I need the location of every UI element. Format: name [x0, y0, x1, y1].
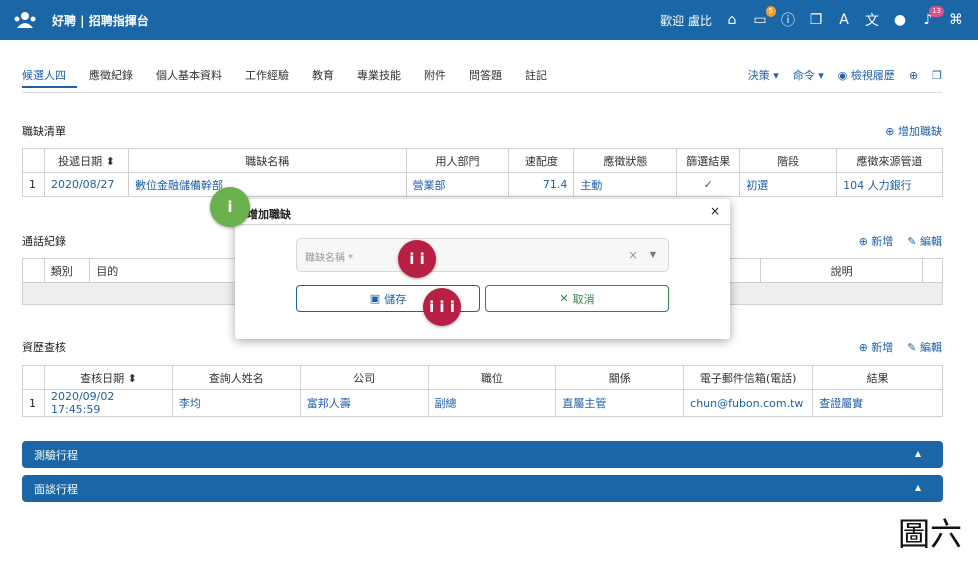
checks-section-title: 資歷查核 [22, 341, 66, 354]
add-vacancy-modal: 增加職缺 × 職缺名稱 * × ▼ ▣ 儲存 ✕ 取消 [235, 199, 730, 339]
plus-circle-icon: ⊕ [858, 235, 868, 248]
edit-check-button[interactable]: ✎ 編輯 [907, 339, 942, 355]
cancel-button[interactable]: ✕ 取消 [485, 285, 669, 312]
translate-icon[interactable]: 文 [864, 12, 880, 29]
vacancy-actions: ⊕ 增加職缺 [885, 123, 942, 139]
pencil-icon: ✎ [907, 235, 917, 248]
table-row[interactable]: 1 2020/08/27 數位金融儲備幹部 營業部 71.4 主動 ✓ 初選 1… [22, 172, 943, 197]
tab-candidate[interactable]: 候選人四 [22, 66, 77, 88]
annotation-marker-2: i i [398, 240, 436, 278]
app-title: 好聘 | 招聘指揮台 [52, 13, 149, 28]
modal-divider [235, 224, 730, 225]
tab-notes[interactable]: 註記 [525, 66, 558, 88]
chevron-up-icon: ▲ [914, 449, 921, 458]
col-date[interactable]: 投遞日期 ⬍ [43, 148, 129, 173]
tab-divider [22, 92, 942, 93]
plus-circle-icon: ⊕ [885, 125, 895, 138]
check-icon: ✓ [676, 172, 741, 197]
toolbar: 決策 ▾ 命令 ▾ ◉ 檢視履歷 ⊕ ❐ [748, 67, 942, 83]
inbox-badge: 5 [765, 6, 776, 17]
col-status: 應徵狀態 [573, 148, 678, 173]
plus-circle-icon: ⊕ [858, 341, 868, 354]
add-check-button[interactable]: ⊕ 新增 [859, 339, 894, 355]
add-call-button[interactable]: ⊕ 新增 [859, 233, 894, 249]
col-stage: 階段 [739, 148, 838, 173]
tab-education[interactable]: 教育 [312, 66, 345, 88]
vacancy-name-select[interactable]: 職缺名稱 * × ▼ [296, 238, 669, 272]
tab-qa[interactable]: 問答題 [469, 66, 513, 88]
x-icon: ✕ [559, 292, 569, 305]
annotation-marker-1: i [210, 187, 250, 227]
col-source: 應徵來源管道 [836, 148, 943, 173]
tab-applications[interactable]: 應徵紀錄 [89, 66, 144, 88]
clear-icon[interactable]: × [628, 248, 638, 262]
vacancy-section-title: 職缺清單 [22, 125, 66, 138]
font-icon[interactable]: A [836, 12, 852, 28]
window-icon[interactable]: ❐ [808, 12, 824, 28]
interview-schedule-bar[interactable]: 面談行程 ▲ [22, 475, 943, 502]
select-placeholder: 職缺名稱 * [305, 253, 354, 264]
notification-badge: 13 [929, 6, 944, 17]
test-schedule-bar[interactable]: 測驗行程 ▲ [22, 441, 943, 468]
table-row[interactable]: 1 2020/09/02 17:45:59 李均 富邦人壽 副總 直屬主管 ch… [22, 389, 943, 417]
command-icon[interactable]: ⌘ [948, 12, 964, 28]
close-icon[interactable]: × [710, 204, 720, 218]
tab-bar: 候選人四 應徵紀錄 個人基本資料 工作經驗 教育 專業技能 附件 問答題 註記 [22, 66, 570, 88]
eye-icon: ◉ [837, 69, 848, 82]
chevron-up-icon: ▲ [914, 483, 921, 492]
figure-label: 圖六 [897, 515, 962, 553]
annotation-marker-3: i i i [423, 288, 461, 326]
tab-basic-info[interactable]: 個人基本資料 [156, 66, 233, 88]
modal-title: 增加職缺 [247, 208, 291, 221]
decision-dropdown[interactable]: 決策 ▾ [748, 67, 779, 83]
people-logo-icon[interactable] [12, 10, 38, 30]
search-icon[interactable]: ⊕ [909, 69, 918, 82]
user-icon[interactable]: ● [892, 12, 908, 28]
tab-attachments[interactable]: 附件 [424, 66, 457, 88]
info-icon[interactable]: ⓘ [780, 12, 796, 29]
tab-skills[interactable]: 專業技能 [357, 66, 412, 88]
home-icon[interactable]: ⌂ [724, 12, 740, 28]
top-navbar: 好聘 | 招聘指揮台 歡迎 盧比 ⌂ ▭ 5 ⓘ ❐ A 文 ● ♪ 13 ⌘ [0, 0, 978, 40]
tab-work-experience[interactable]: 工作經驗 [245, 66, 300, 88]
col-match: 速配度 [508, 148, 575, 173]
checks-actions: ⊕ 新增 ✎ 編輯 [859, 339, 942, 355]
calls-section-title: 通話紀錄 [22, 235, 66, 248]
window-icon[interactable]: ❐ [932, 69, 942, 82]
col-check-date[interactable]: 查核日期 ⬍ [43, 365, 173, 390]
col-dept: 用人部門 [405, 148, 510, 173]
checks-table: 查核日期 ⬍ 查詢人姓名 公司 職位 關係 電子郵件信箱(電話) 結果 1 20… [22, 365, 943, 417]
inbox-icon[interactable]: ▭ 5 [752, 6, 776, 28]
pencil-icon: ✎ [907, 341, 917, 354]
col-result: 篩選結果 [676, 148, 741, 173]
chevron-down-icon[interactable]: ▼ [650, 250, 656, 259]
view-history-link[interactable]: ◉ 檢視履歷 [838, 67, 895, 83]
bell-icon[interactable]: ♪ 13 [920, 6, 944, 28]
add-vacancy-button[interactable]: ⊕ 增加職缺 [885, 123, 942, 139]
floppy-icon: ▣ [369, 292, 381, 305]
col-name: 職缺名稱 [127, 148, 407, 173]
calls-actions: ⊕ 新增 ✎ 編輯 [859, 233, 942, 249]
edit-call-button[interactable]: ✎ 編輯 [907, 233, 942, 249]
vacancy-table: 投遞日期 ⬍ 職缺名稱 用人部門 速配度 應徵狀態 篩選結果 階段 應徵來源管道… [22, 148, 943, 197]
welcome-text: 歡迎 盧比 [660, 13, 712, 28]
command-dropdown[interactable]: 命令 ▾ [793, 67, 824, 83]
